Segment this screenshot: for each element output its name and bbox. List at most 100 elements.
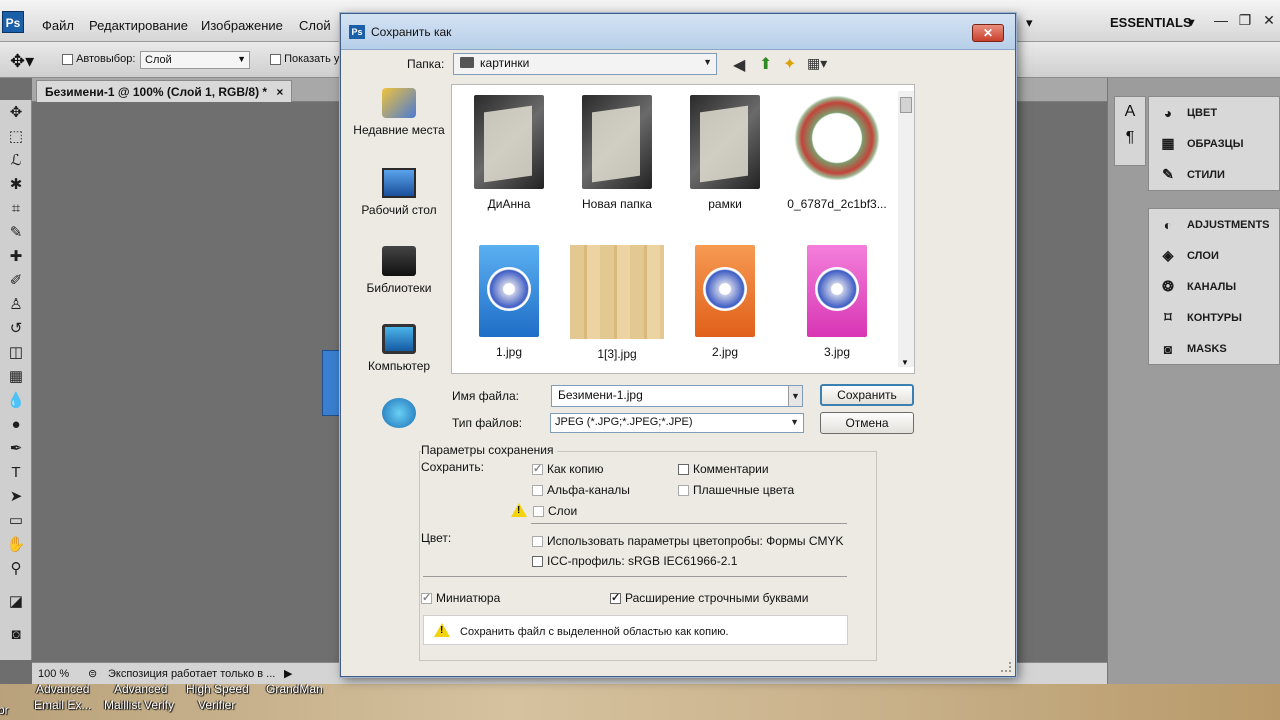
file-item[interactable]: 2.jpg xyxy=(672,245,778,359)
filetype-select[interactable]: JPEG (*.JPG;*.JPEG;*.JPE) ▼ xyxy=(550,413,804,433)
desktop-label[interactable]: Maillist Verify xyxy=(104,698,174,712)
place-network[interactable] xyxy=(353,398,445,433)
file-list[interactable]: ДиАнна Новая папка рамки 0_6787d_2c1bf3.… xyxy=(451,84,915,374)
filename-input[interactable]: Безимени-1.jpg ▼ xyxy=(551,385,803,407)
cancel-button[interactable]: Отмена xyxy=(820,412,914,434)
lowercase-extension-checkbox[interactable] xyxy=(610,591,621,605)
layers-checkbox[interactable] xyxy=(533,506,544,518)
desktop-label[interactable]: GrandMan xyxy=(266,682,323,696)
move-tool-icon[interactable]: ✥▾ xyxy=(10,51,34,72)
file-item[interactable]: Новая папка xyxy=(564,95,670,211)
dodge-tool-icon[interactable]: ● xyxy=(3,414,29,436)
clone-stamp-icon[interactable]: ♙ xyxy=(3,294,29,316)
back-arrow-icon[interactable]: ◀ xyxy=(733,55,745,75)
marquee-tool-icon[interactable]: ⬚ xyxy=(3,126,29,148)
resize-grip[interactable] xyxy=(1001,662,1011,672)
magic-wand-icon[interactable]: ✱ xyxy=(3,174,29,196)
file-item[interactable]: 0_6787d_2c1bf3... xyxy=(778,95,896,211)
up-folder-icon[interactable]: ⬆ xyxy=(759,54,772,74)
desktop-label[interactable]: Advanced xyxy=(114,682,167,696)
menu-image[interactable]: Изображение xyxy=(201,18,283,33)
alpha-channels-checkbox[interactable] xyxy=(532,485,543,497)
close-icon[interactable]: ✕ xyxy=(1258,12,1280,30)
panel-channels[interactable]: ❂ КАНАЛЫ xyxy=(1149,271,1279,302)
save-button[interactable]: Сохранить xyxy=(820,384,914,406)
dialog-titlebar[interactable]: Ps Сохранить как ✕ xyxy=(341,14,1015,50)
place-recent[interactable]: Недавние места xyxy=(353,88,445,137)
hand-tool-icon[interactable]: ✋ xyxy=(3,534,29,556)
document-tab[interactable]: Безимени-1 @ 100% (Слой 1, RGB/8) * × xyxy=(36,80,293,102)
alpha-channels-option[interactable]: Альфа-каналы xyxy=(532,483,630,497)
menu-file[interactable]: Файл xyxy=(42,18,74,33)
comments-checkbox[interactable] xyxy=(678,464,689,476)
file-list-scrollbar[interactable]: ▼ xyxy=(898,91,914,367)
show-transform-checkbox[interactable] xyxy=(270,53,281,65)
minimize-icon[interactable]: — xyxy=(1210,12,1232,30)
history-brush-icon[interactable]: ↺ xyxy=(3,318,29,340)
blur-tool-icon[interactable]: 💧 xyxy=(3,390,29,412)
eyedropper-icon[interactable]: ✎ xyxy=(3,222,29,244)
comments-option[interactable]: Комментарии xyxy=(678,462,769,476)
menu-edit[interactable]: Редактирование xyxy=(89,18,188,33)
zoom-level[interactable]: 100 % xyxy=(38,668,69,680)
icc-profile-checkbox[interactable] xyxy=(532,556,543,568)
path-selection-icon[interactable]: ➤ xyxy=(3,486,29,508)
eraser-icon[interactable]: ◫ xyxy=(3,342,29,364)
place-libraries[interactable]: Библиотеки xyxy=(353,246,445,295)
autoselect-select[interactable]: Слой ▼ xyxy=(140,51,250,69)
status-info-icon[interactable]: ⊜ xyxy=(88,667,97,680)
new-folder-icon[interactable]: ✦ xyxy=(783,54,796,74)
menu-layer[interactable]: Слой xyxy=(299,18,331,33)
crop-tool-icon[interactable]: ⌗ xyxy=(3,198,29,220)
show-transform-option[interactable]: Показать у xyxy=(270,53,339,65)
layers-option[interactable]: Слои xyxy=(511,503,577,518)
file-item[interactable]: рамки xyxy=(672,95,778,211)
shape-tool-icon[interactable]: ▭ xyxy=(3,510,29,532)
panel-color[interactable]: ◕ ЦВЕТ xyxy=(1149,97,1279,128)
lowercase-extension-option[interactable]: Расширение строчными буквами xyxy=(610,591,808,605)
file-item[interactable]: 1.jpg xyxy=(456,245,562,359)
chevron-down-icon[interactable]: ▼ xyxy=(788,386,802,406)
workspace-dropdown-icon[interactable]: ▼ xyxy=(1186,17,1197,29)
desktop-label[interactable]: Verifier xyxy=(198,698,235,712)
folder-select[interactable]: картинки ▼ xyxy=(453,53,717,75)
panel-paths[interactable]: ⌑ КОНТУРЫ xyxy=(1149,302,1279,333)
thumbnail-checkbox[interactable] xyxy=(421,591,432,605)
quick-mask-icon[interactable]: ◙ xyxy=(3,624,29,646)
proof-setup-option[interactable]: Использовать параметры цветопробы: Формы… xyxy=(532,534,844,548)
view-menu-icon[interactable]: ▦▾ xyxy=(807,55,827,72)
pen-tool-icon[interactable]: ✒ xyxy=(3,438,29,460)
restore-icon[interactable]: ❐ xyxy=(1234,12,1256,30)
paragraph-icon[interactable]: ¶ xyxy=(1115,129,1145,147)
place-desktop[interactable]: Рабочий стол xyxy=(353,168,445,217)
document-tab-close-icon[interactable]: × xyxy=(276,85,283,99)
panel-swatches[interactable]: ▦ ОБРАЗЦЫ xyxy=(1149,128,1279,159)
bridge-dropdown-icon[interactable]: ▾ xyxy=(1026,15,1033,31)
thumbnail-option[interactable]: Миниатюра xyxy=(421,591,500,605)
brush-tool-icon[interactable]: ✐ xyxy=(3,270,29,292)
spot-colors-checkbox[interactable] xyxy=(678,485,689,497)
desktop-label[interactable]: Email Ex... xyxy=(34,698,91,712)
desktop-label[interactable]: High Speed xyxy=(186,682,249,696)
place-computer[interactable]: Компьютер xyxy=(353,324,445,373)
spot-colors-option[interactable]: Плашечные цвета xyxy=(678,483,794,497)
dialog-close-button[interactable]: ✕ xyxy=(972,24,1004,42)
scroll-down-icon[interactable]: ▼ xyxy=(901,358,909,367)
panel-layers[interactable]: ◈ СЛОИ xyxy=(1149,240,1279,271)
lasso-tool-icon[interactable]: ℒ xyxy=(3,150,29,172)
autoselect-option[interactable]: Автовыбор: xyxy=(62,53,135,65)
icc-profile-option[interactable]: ICC-профиль: sRGB IEC61966-2.1 xyxy=(532,554,737,568)
zoom-tool-icon[interactable]: ⚲ xyxy=(3,558,29,580)
status-arrow-icon[interactable]: ▶ xyxy=(284,667,292,680)
move-tool-icon[interactable]: ✥ xyxy=(3,102,29,124)
autoselect-checkbox[interactable] xyxy=(62,53,73,65)
healing-brush-icon[interactable]: ✚ xyxy=(3,246,29,268)
color-swatches-icon[interactable]: ◪ xyxy=(3,582,29,622)
desktop-label[interactable]: Advanced xyxy=(36,682,89,696)
file-item[interactable]: 3.jpg xyxy=(778,245,896,359)
type-tool-icon[interactable]: T xyxy=(3,462,29,484)
panel-adjustments[interactable]: ◐ ADJUSTMENTS xyxy=(1149,209,1279,240)
file-item[interactable]: ДиАнна xyxy=(456,95,562,211)
file-item[interactable]: 1[3].jpg xyxy=(564,245,670,361)
gradient-icon[interactable]: ▦ xyxy=(3,366,29,388)
